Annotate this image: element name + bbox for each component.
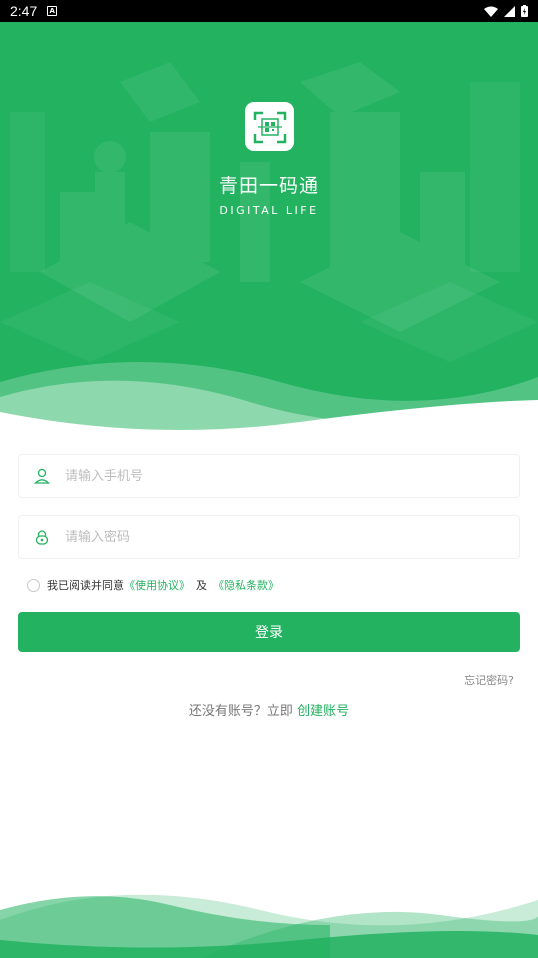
no-account-text: 还没有账号？立即 — [188, 704, 293, 719]
agreement-checkbox[interactable] — [27, 578, 40, 592]
agreement-text: 我已阅读并同意 — [47, 579, 124, 592]
wifi-icon — [484, 6, 498, 17]
agreement-row: 我已阅读并同意 《使用协议》 及 《隐私条款》 — [27, 577, 279, 593]
forgot-password-link[interactable]: 忘记密码? — [464, 672, 514, 688]
signal-icon — [504, 5, 515, 17]
battery-icon — [521, 5, 528, 17]
lock-icon — [19, 529, 65, 545]
status-time: 2:47 — [10, 3, 38, 19]
privacy-link[interactable]: 《隐私条款》 — [213, 577, 279, 593]
qr-scan-icon — [253, 111, 286, 143]
register-prompt: 还没有账号？立即 创建账号 — [0, 700, 538, 719]
app-logo — [245, 102, 294, 151]
and-text: 及 — [196, 579, 207, 592]
bottom-waves — [0, 894, 538, 958]
create-account-link[interactable]: 创建账号 — [297, 704, 349, 719]
user-agreement-link[interactable]: 《使用协议》 — [124, 577, 190, 593]
phone-input[interactable] — [65, 468, 465, 484]
status-bar: 2:47 A — [0, 0, 538, 22]
app-subtitle: DIGITAL LIFE — [219, 204, 319, 217]
app-title: 青田一码通 — [218, 175, 319, 197]
phone-field[interactable] — [18, 454, 520, 498]
hero-waves — [0, 362, 538, 442]
login-button[interactable]: 登录 — [18, 612, 520, 652]
hero-banner: 青田一码通 DIGITAL LIFE — [0, 22, 538, 442]
status-icons — [484, 5, 528, 17]
notification-icon: A — [47, 6, 58, 16]
user-icon — [19, 468, 65, 484]
password-field[interactable] — [18, 515, 520, 559]
password-input[interactable] — [65, 529, 465, 545]
